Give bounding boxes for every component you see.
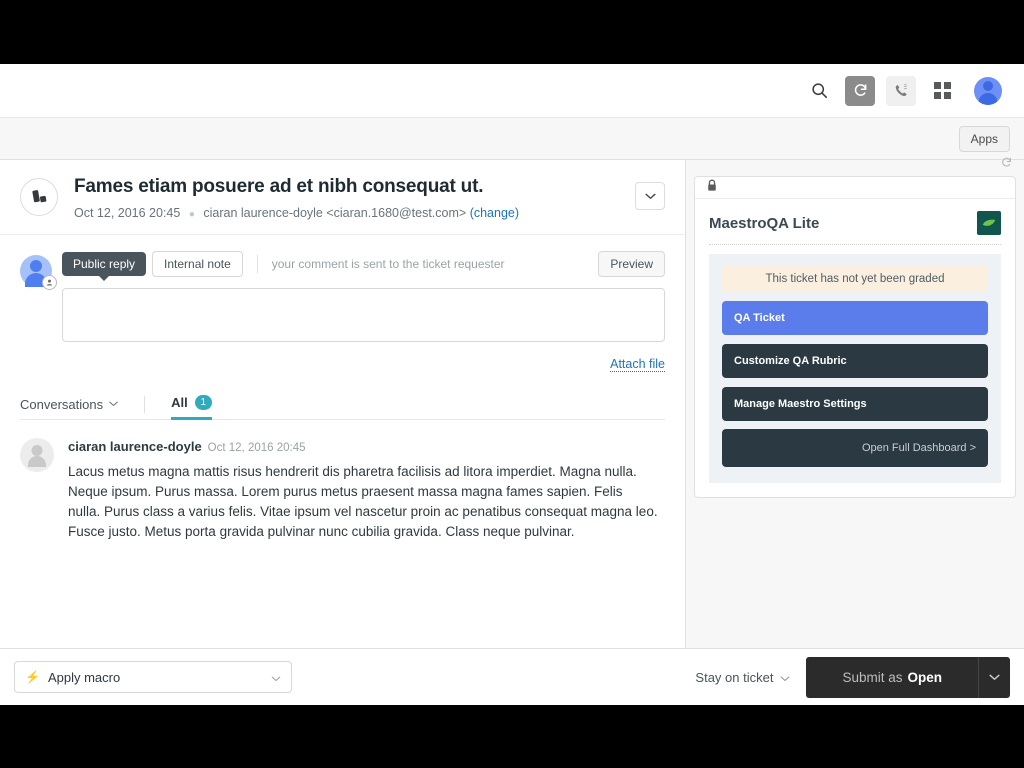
user-avatar[interactable] xyxy=(974,76,1002,105)
top-toolbar-icons xyxy=(804,75,1002,106)
apps-grid-icon[interactable] xyxy=(927,76,957,106)
commenter-avatar xyxy=(20,437,54,472)
ticket-header: Fames etiam posuere ad et nibh consequat… xyxy=(0,160,685,235)
divider xyxy=(709,244,1001,245)
comment-body: ciaran laurence-doyle Oct 12, 2016 20:45 … xyxy=(68,438,665,542)
preview-button[interactable]: Preview xyxy=(598,250,665,277)
open-full-dashboard-button[interactable]: Open Full Dashboard > xyxy=(722,429,988,467)
customize-qa-rubric-button[interactable]: Customize QA Rubric xyxy=(722,344,988,378)
ticket-date: Oct 12, 2016 20:45 xyxy=(74,205,181,220)
lock-icon xyxy=(706,179,718,197)
agent-avatar xyxy=(20,254,57,290)
app-card-inner: MaestroQA Lite This ticket has not yet b… xyxy=(695,199,1015,497)
maestroqa-app-card: MaestroQA Lite This ticket has not yet b… xyxy=(694,176,1016,498)
chevron-down-icon xyxy=(780,670,790,685)
app-card-header xyxy=(695,177,1015,199)
submit-prefix: Submit as xyxy=(842,669,903,685)
phone-icon[interactable] xyxy=(886,75,916,106)
comment-timestamp: Oct 12, 2016 20:45 xyxy=(207,441,306,454)
qa-ticket-button[interactable]: QA Ticket xyxy=(722,301,988,335)
comment-header: ciaran laurence-doyle Oct 12, 2016 20:45 xyxy=(68,438,665,456)
apps-button[interactable]: Apps xyxy=(958,125,1010,152)
top-toolbar xyxy=(0,64,1024,118)
composer-hint: your comment is sent to the ticket reque… xyxy=(256,254,505,273)
conversations-selector[interactable]: Conversations xyxy=(20,397,118,419)
meta-separator: ● xyxy=(188,208,195,220)
comment-text: Lacus metus magna mattis risus hendrerit… xyxy=(68,463,658,539)
attach-row: Attach file xyxy=(62,355,665,373)
apps-bar: Apps xyxy=(0,118,1024,160)
tab-all-label: All xyxy=(171,394,188,410)
manage-maestro-settings-button[interactable]: Manage Maestro Settings xyxy=(722,387,988,421)
ticket-header-text: Fames etiam posuere ad et nibh consequat… xyxy=(74,176,665,220)
divider xyxy=(144,395,146,413)
attach-file-link[interactable]: Attach file xyxy=(610,356,665,372)
qa-content-area: This ticket has not yet been graded QA T… xyxy=(709,254,1001,483)
bolt-icon: ⚡ xyxy=(25,670,40,684)
app-title-row: MaestroQA Lite xyxy=(709,211,1001,235)
submit-status: Open xyxy=(907,669,942,685)
submit-button-group: Submit as Open xyxy=(806,656,1010,698)
stay-on-ticket-dropdown[interactable]: Stay on ticket xyxy=(695,670,790,685)
tab-public-reply[interactable]: Public reply xyxy=(62,251,147,276)
brand-avatar-icon xyxy=(20,178,58,216)
ticket-options-button[interactable] xyxy=(635,182,665,210)
main-body: Fames etiam posuere ad et nibh consequat… xyxy=(0,157,1024,648)
agent-badge-icon xyxy=(42,274,57,290)
apps-panel: MaestroQA Lite This ticket has not yet b… xyxy=(686,157,1024,648)
grade-status-banner: This ticket has not yet been graded xyxy=(722,266,988,292)
tab-all[interactable]: All 1 xyxy=(171,394,212,420)
panel-refresh-icon[interactable] xyxy=(996,152,1016,172)
comment-author: ciaran laurence-doyle xyxy=(68,438,202,454)
refresh-icon[interactable] xyxy=(845,75,875,106)
submit-options-button[interactable] xyxy=(978,656,1010,698)
chevron-down-icon xyxy=(109,401,118,407)
apply-macro-dropdown[interactable]: ⚡ Apply macro xyxy=(14,661,292,693)
page-title: Fames etiam posuere ad et nibh consequat… xyxy=(74,176,484,197)
conversations-label: Conversations xyxy=(20,396,104,412)
ticket-meta: Oct 12, 2016 20:45 ● ciaran laurence-doy… xyxy=(74,206,665,220)
search-icon[interactable] xyxy=(804,76,834,106)
footer-bar: ⚡ Apply macro Stay on ticket Submit as Op… xyxy=(0,648,1024,705)
leaf-logo-icon xyxy=(977,211,1001,235)
conversations-bar: Conversations All 1 xyxy=(20,389,665,420)
tab-all-count-badge: 1 xyxy=(194,394,212,410)
stay-on-ticket-label: Stay on ticket xyxy=(695,669,774,685)
comment-item: ciaran laurence-doyle Oct 12, 2016 20:45 … xyxy=(0,420,685,542)
composer-tabs: Public reply Internal note your comment … xyxy=(62,250,665,277)
tab-internal-note[interactable]: Internal note xyxy=(152,250,243,277)
comment-input[interactable] xyxy=(62,287,665,342)
chevron-down-icon xyxy=(271,670,281,685)
change-requester-link[interactable]: (change) xyxy=(470,206,519,220)
reply-composer: Public reply Internal note your comment … xyxy=(0,235,685,373)
app-title: MaestroQA Lite xyxy=(709,214,820,232)
composer-main: Public reply Internal note your comment … xyxy=(62,250,665,373)
zendesk-agent-window: Apps Fames etiam posuere ad et nibh cons… xyxy=(0,64,1024,705)
ticket-requester: ciaran laurence-doyle <ciaran.1680@test.… xyxy=(203,205,467,220)
ticket-pane: Fames etiam posuere ad et nibh consequat… xyxy=(0,160,686,648)
apply-macro-label: Apply macro xyxy=(47,669,121,685)
submit-button[interactable]: Submit as Open xyxy=(806,656,978,698)
